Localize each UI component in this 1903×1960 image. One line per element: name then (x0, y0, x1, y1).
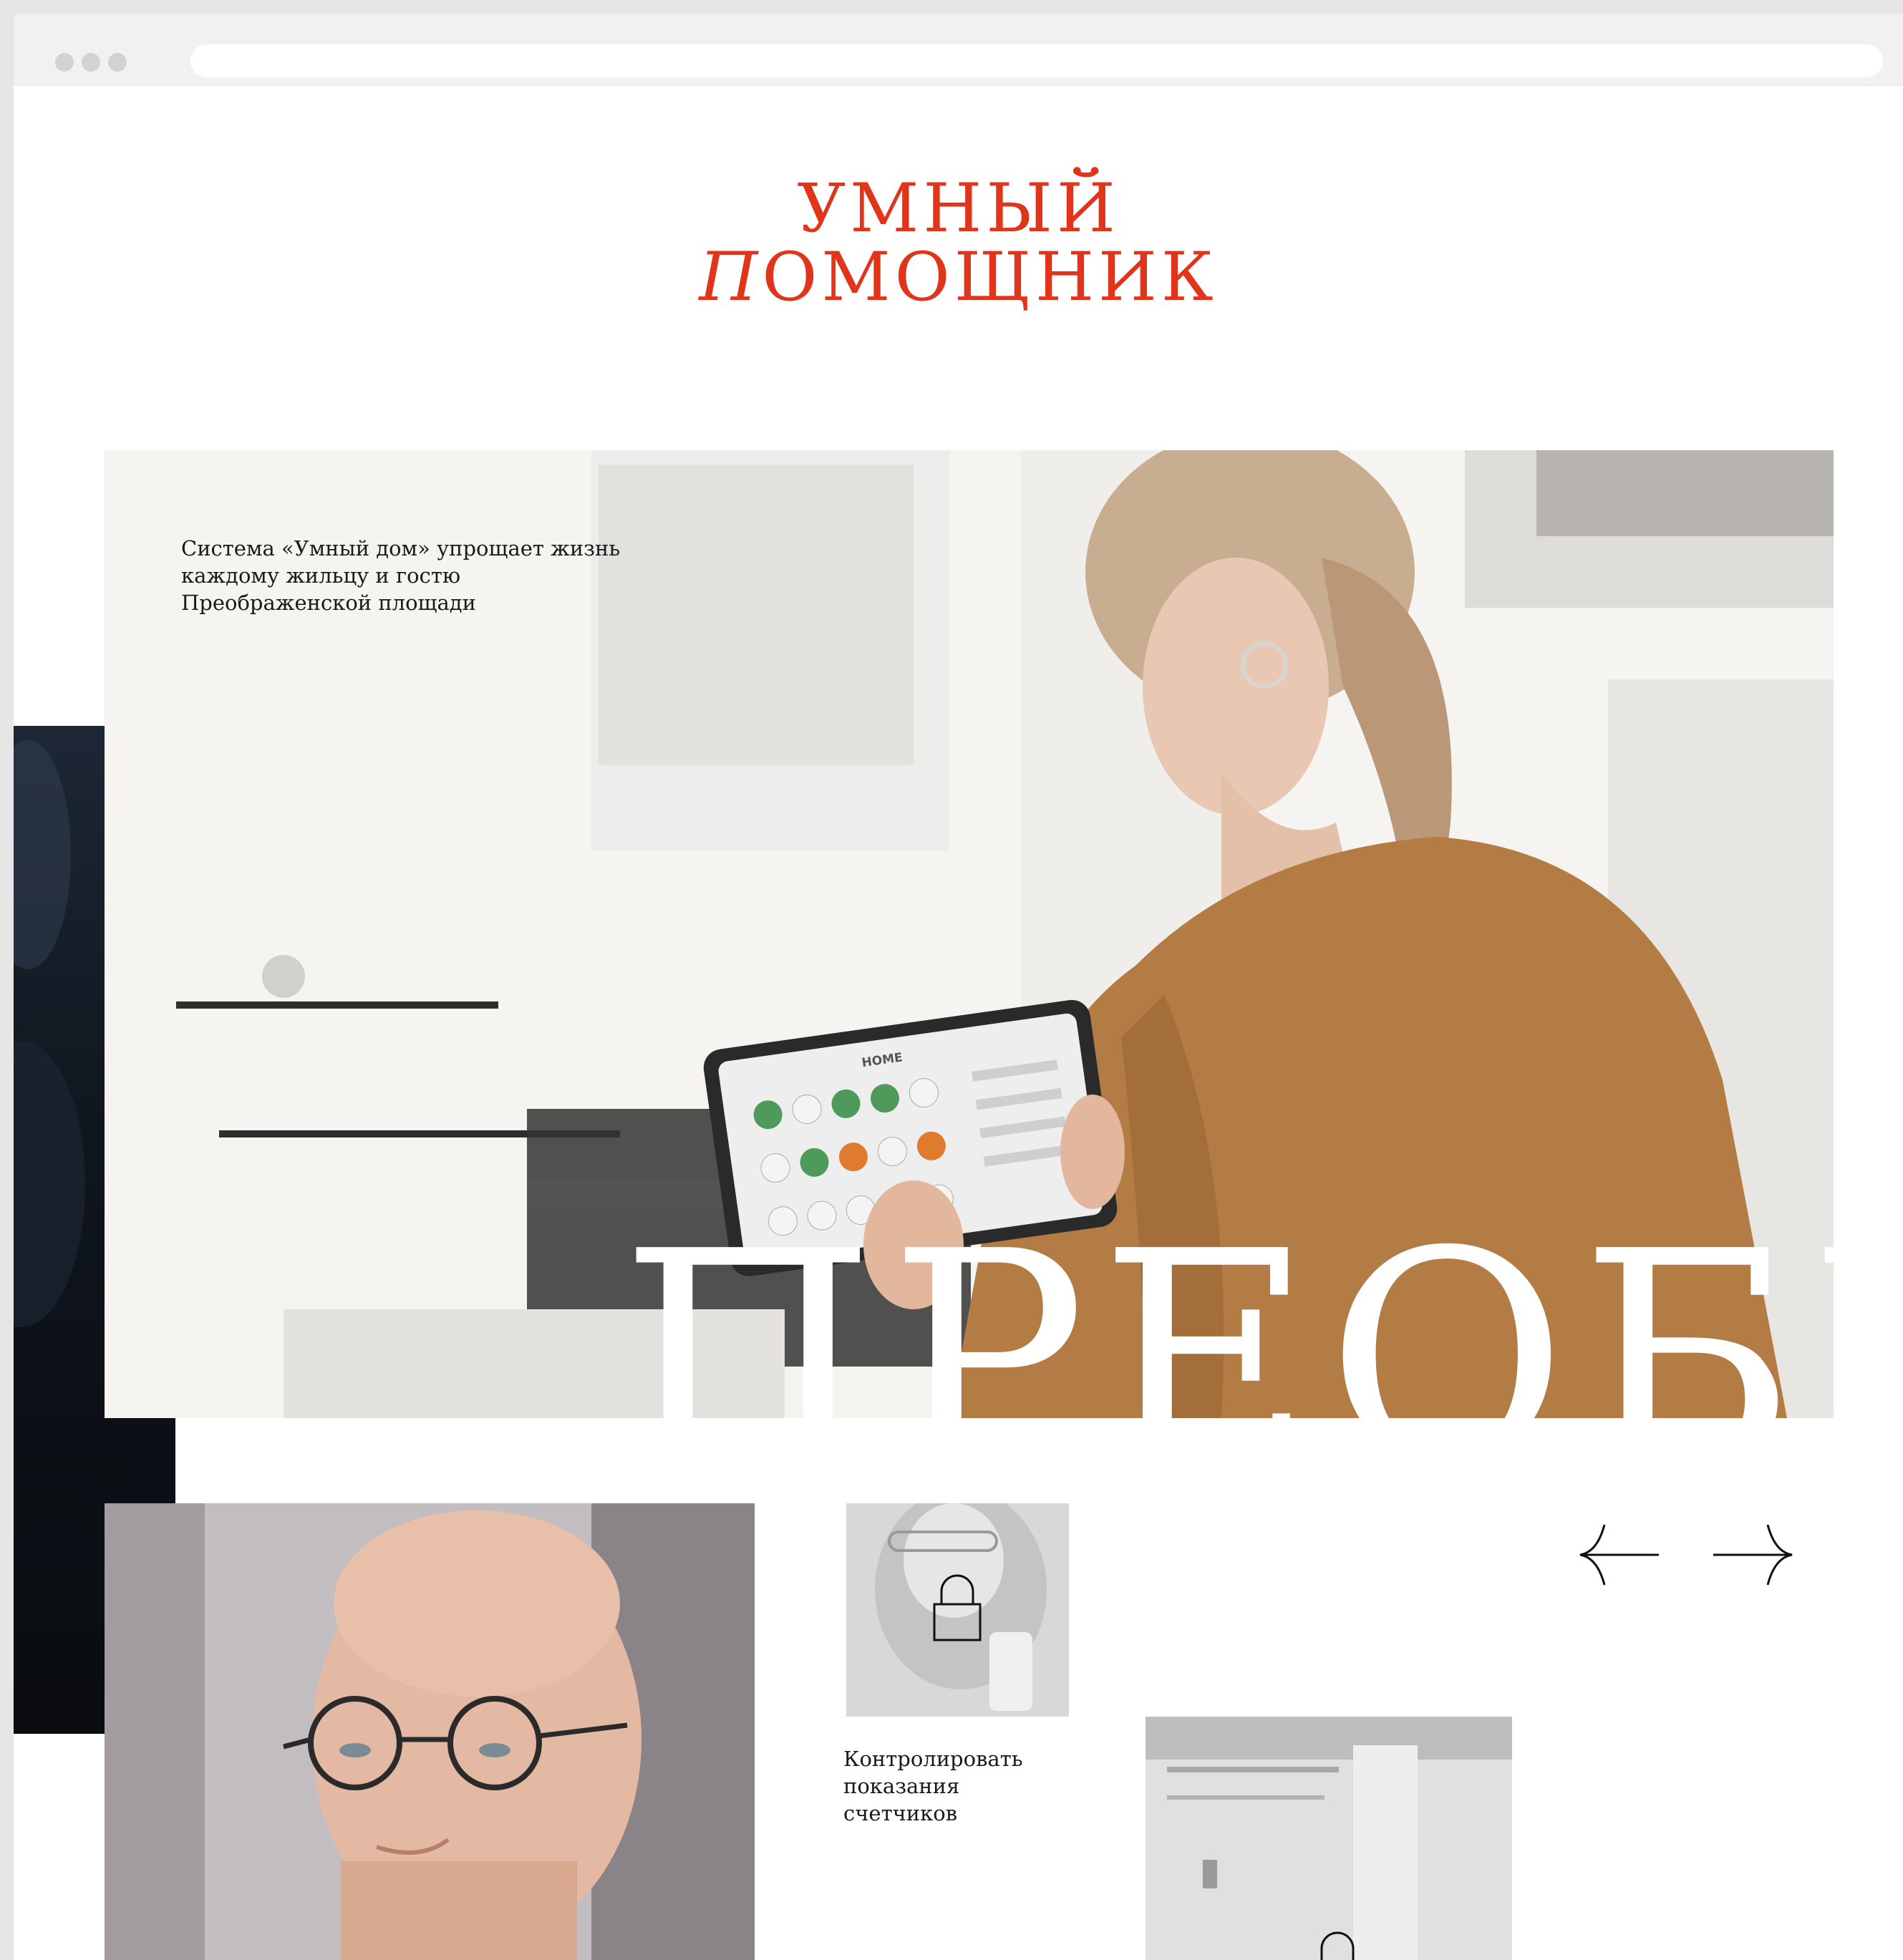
caption-line: счетчиков (843, 1801, 958, 1825)
arrow-left-icon[interactable] (1576, 1520, 1662, 1589)
hero-big-word: ПРЕОБР (620, 1188, 1834, 1418)
page-title-line1: УМНЫЙ (797, 170, 1120, 248)
lock-icon (1320, 1931, 1355, 1960)
window-minimize-dot[interactable] (82, 53, 100, 72)
browser-toolbar (14, 14, 1903, 85)
page-content: УМНЫЙ ПОМОЩНИК HOME Система «Умный дом» … (14, 86, 1903, 1960)
window-zoom-dot[interactable] (108, 53, 127, 72)
hero-text-line: Преображенской площади (181, 591, 476, 615)
hero-text-line: каждому жильцу и гостю (181, 563, 461, 588)
hero-description: Система «Умный дом» упрощает жизнь каждо… (181, 535, 697, 616)
portrait-photo (105, 1503, 755, 1960)
arrow-right-icon[interactable] (1710, 1520, 1796, 1589)
feature-card-caption: Контролировать показания счетчиков (843, 1745, 1101, 1827)
page-title-line2-rest: ОМОЩНИК (762, 238, 1218, 316)
caption-line: Контролировать (843, 1747, 1023, 1771)
address-bar[interactable] (190, 44, 1883, 77)
feature-card-parking[interactable] (1146, 1717, 1512, 1960)
page-title-italic-letter: П (699, 238, 762, 316)
browser-frame-edge (0, 86, 14, 1960)
lock-icon (933, 1574, 982, 1641)
caption-line: показания (843, 1774, 960, 1798)
hero-text-line: Система «Умный дом» упрощает жизнь (181, 536, 621, 561)
feature-card-meters[interactable] (846, 1503, 1069, 1717)
hero-image: HOME Система «Умный дом» упрощает жизнь … (105, 450, 1834, 1418)
window-close-dot[interactable] (55, 53, 74, 72)
feature-card-photo (1146, 1717, 1512, 1960)
page-title-line2: ПОМОЩНИК (14, 243, 1903, 312)
portrait-graphic (105, 1503, 755, 1960)
page-title: УМНЫЙ ПОМОЩНИК (14, 175, 1903, 312)
